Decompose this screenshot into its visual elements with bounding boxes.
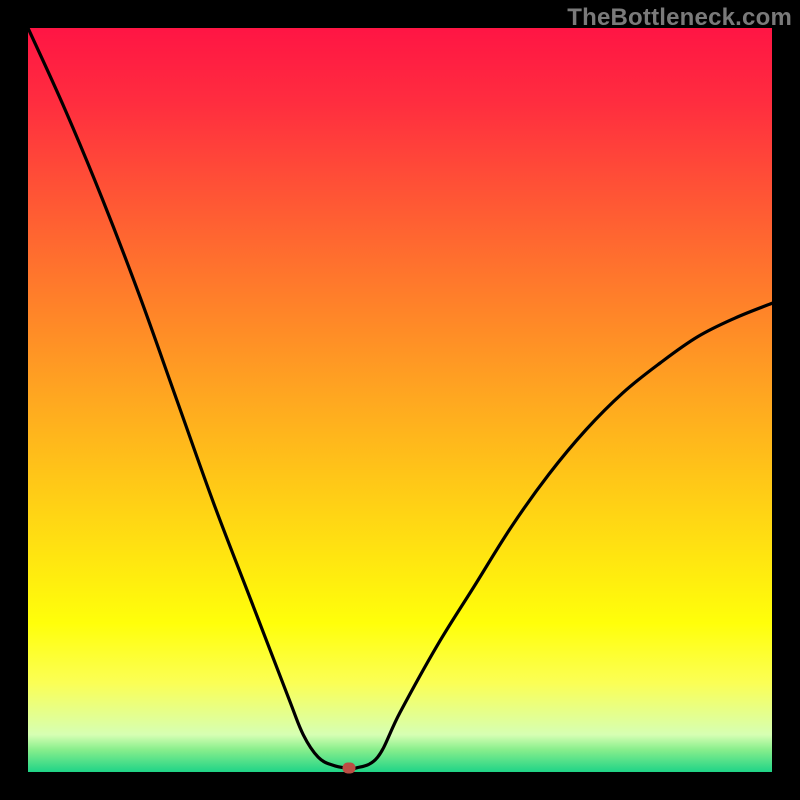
chart-frame: TheBottleneck.com (0, 0, 800, 800)
minimum-marker (343, 763, 356, 774)
plot-area (28, 28, 772, 772)
watermark-text: TheBottleneck.com (567, 4, 792, 32)
